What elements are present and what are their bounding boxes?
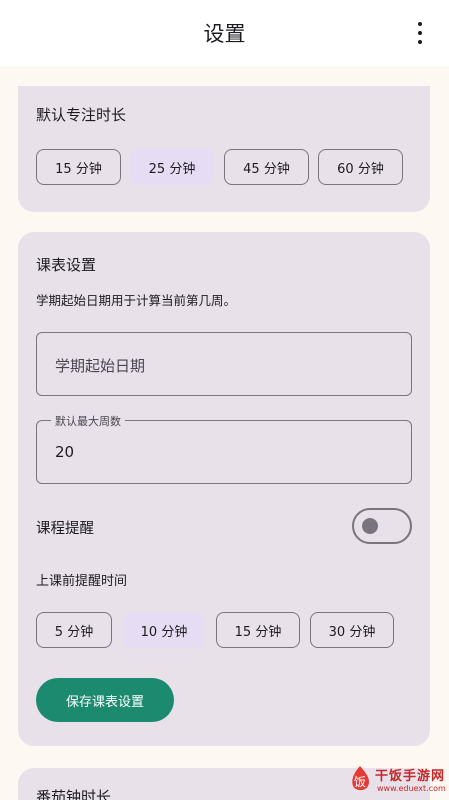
focus-option-15[interactable]: 15 分钟 <box>36 149 121 185</box>
reminder-option-5[interactable]: 5 分钟 <box>36 612 112 648</box>
watermark-logo-glyph: 饭 <box>354 775 366 789</box>
save-schedule-button[interactable]: 保存课表设置 <box>36 678 174 722</box>
semester-start-date-placeholder: 学期起始日期 <box>55 357 146 375</box>
focus-option-60[interactable]: 60 分钟 <box>318 149 403 185</box>
reminder-option-10[interactable]: 10 分钟 <box>124 612 204 648</box>
focus-option-25[interactable]: 25 分钟 <box>130 149 214 185</box>
max-weeks-label: 默认最大周数 <box>51 413 125 429</box>
more-vert-icon[interactable] <box>415 22 425 44</box>
focus-duration-card: 默认专注时长 15 分钟 25 分钟 45 分钟 60 分钟 <box>18 86 430 212</box>
page-title: 设置 <box>203 22 246 46</box>
focus-option-45[interactable]: 45 分钟 <box>224 149 309 185</box>
schedule-settings-card: 课表设置 学期起始日期用于计算当前第几周。 学期起始日期 默认最大周数 20 课… <box>18 232 430 746</box>
course-reminder-label: 课程提醒 <box>36 521 94 537</box>
reminder-time-label: 上课前提醒时间 <box>36 574 128 589</box>
reminder-option-15[interactable]: 15 分钟 <box>216 612 300 648</box>
schedule-description: 学期起始日期用于计算当前第几周。 <box>36 293 237 308</box>
reminder-option-30[interactable]: 30 分钟 <box>310 612 394 648</box>
focus-duration-title: 默认专注时长 <box>36 106 127 124</box>
watermark-logo-icon: 饭 <box>352 766 370 791</box>
app-bar: 设置 <box>0 0 449 66</box>
max-weeks-value: 20 <box>55 443 75 461</box>
watermark-name: 干饭手游网 <box>375 769 446 784</box>
site-watermark: 饭 干饭手游网 www.eduext.com <box>345 764 446 798</box>
max-weeks-field[interactable]: 默认最大周数 20 <box>36 413 412 484</box>
watermark-url: www.eduext.com <box>377 784 446 793</box>
course-reminder-toggle[interactable] <box>352 508 412 544</box>
semester-start-date-field[interactable]: 学期起始日期 <box>36 332 412 396</box>
toggle-thumb <box>362 518 378 534</box>
schedule-title: 课表设置 <box>36 256 97 274</box>
pomodoro-title: 番茄钟时长 <box>36 788 112 800</box>
